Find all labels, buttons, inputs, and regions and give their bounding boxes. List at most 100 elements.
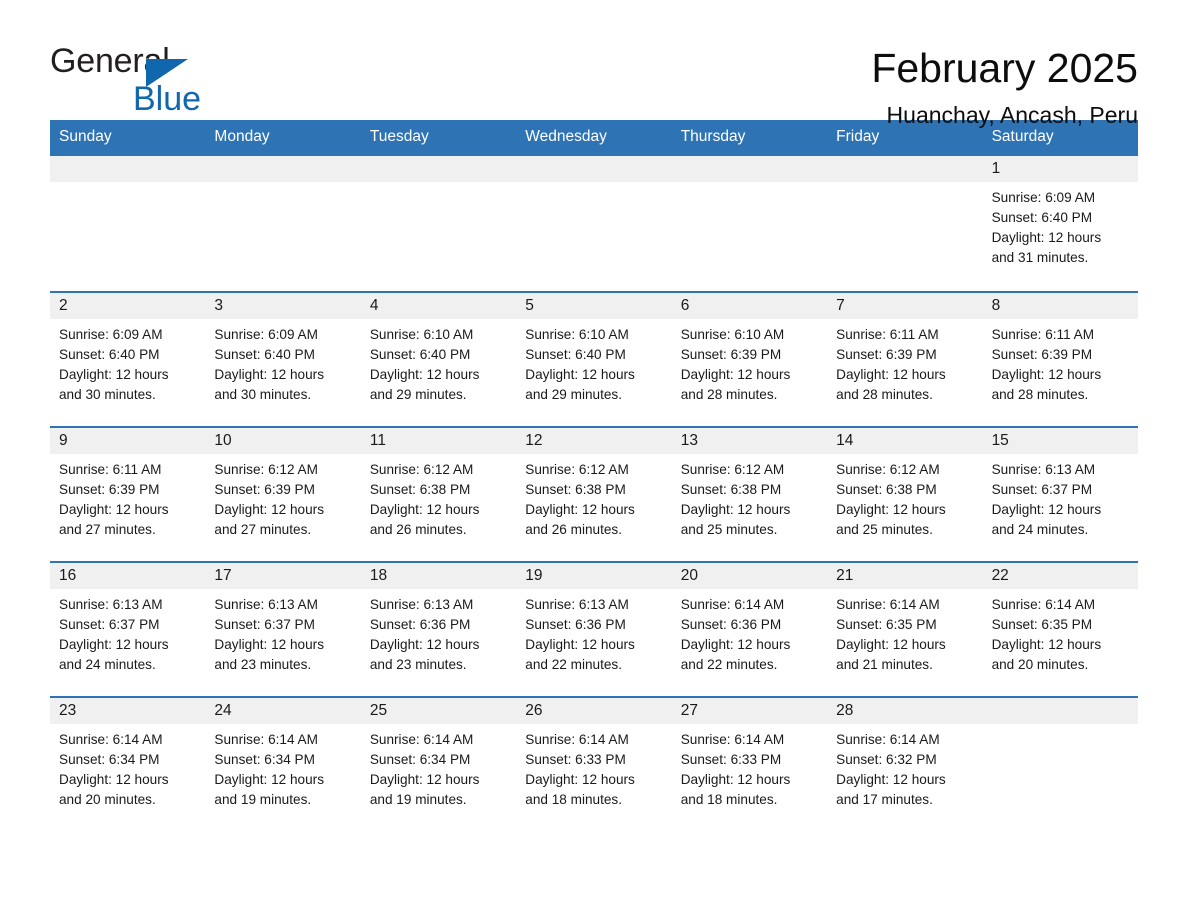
day-cell[interactable]: 28 Sunrise: 6:14 AM Sunset: 6:32 PM Dayli… (827, 697, 983, 831)
day-number: 25 (360, 697, 517, 724)
day-cell[interactable]: 17 Sunrise: 6:13 AM Sunset: 6:37 PM Dayli… (205, 562, 361, 696)
day-cell[interactable]: 3 Sunrise: 6:09 AM Sunset: 6:40 PM Daylig… (205, 292, 361, 426)
day-details: Sunrise: 6:09 AM Sunset: 6:40 PM Dayligh… (214, 326, 324, 403)
day-details: Sunrise: 6:12 AM Sunset: 6:39 PM Dayligh… (214, 461, 324, 538)
day-details: Sunrise: 6:14 AM Sunset: 6:33 PM Dayligh… (525, 731, 635, 808)
day-cell[interactable]: 6 Sunrise: 6:10 AM Sunset: 6:39 PM Daylig… (671, 292, 828, 426)
day-cell[interactable] (671, 155, 828, 291)
day-cell[interactable]: 24 Sunrise: 6:14 AM Sunset: 6:34 PM Dayli… (205, 697, 361, 831)
day-cell[interactable]: 19 Sunrise: 6:13 AM Sunset: 6:36 PM Dayli… (516, 562, 672, 696)
day-number (827, 155, 983, 182)
day-number (671, 155, 828, 182)
day-number: 28 (827, 697, 983, 724)
day-cell[interactable]: 21 Sunrise: 6:14 AM Sunset: 6:35 PM Dayli… (827, 562, 983, 696)
day-number: 11 (360, 427, 517, 454)
day-cell[interactable]: 23 Sunrise: 6:14 AM Sunset: 6:34 PM Dayli… (50, 697, 206, 831)
day-number (50, 155, 206, 182)
logo-text-blue: Blue (133, 80, 202, 118)
day-details: Sunrise: 6:13 AM Sunset: 6:36 PM Dayligh… (525, 596, 635, 673)
day-details: Sunrise: 6:12 AM Sunset: 6:38 PM Dayligh… (680, 461, 791, 538)
day-number: 5 (516, 292, 672, 319)
day-number: 3 (205, 292, 361, 319)
day-cell[interactable]: 27 Sunrise: 6:14 AM Sunset: 6:33 PM Dayli… (671, 697, 828, 831)
day-details: Sunrise: 6:12 AM Sunset: 6:38 PM Dayligh… (836, 461, 946, 538)
day-cell[interactable]: 2 Sunrise: 6:09 AM Sunset: 6:40 PM Daylig… (50, 292, 206, 426)
page-title: February 2025 (871, 45, 1138, 91)
day-details: Sunrise: 6:09 AM Sunset: 6:40 PM Dayligh… (59, 326, 169, 403)
day-cell[interactable]: 12 Sunrise: 6:12 AM Sunset: 6:38 PM Dayli… (516, 427, 672, 561)
day-number (516, 155, 672, 182)
weekday-sunday: Sunday (59, 128, 112, 145)
day-details: Sunrise: 6:13 AM Sunset: 6:37 PM Dayligh… (59, 596, 169, 673)
generalblue-logo[interactable]: General Blue (50, 44, 250, 120)
day-cell[interactable]: 14 Sunrise: 6:12 AM Sunset: 6:38 PM Dayli… (827, 427, 983, 561)
day-cell[interactable]: 10 Sunrise: 6:12 AM Sunset: 6:39 PM Dayli… (205, 427, 361, 561)
day-number (982, 697, 1138, 724)
day-details: Sunrise: 6:14 AM Sunset: 6:35 PM Dayligh… (991, 596, 1102, 673)
day-number: 15 (982, 427, 1138, 454)
day-number: 27 (671, 697, 828, 724)
day-details: Sunrise: 6:14 AM Sunset: 6:35 PM Dayligh… (836, 596, 946, 673)
day-number: 9 (50, 427, 206, 454)
page-header: General Blue February 2025 Huanchay, Anc… (50, 0, 1138, 128)
day-number: 14 (827, 427, 983, 454)
day-cell[interactable] (516, 155, 672, 291)
week-row: 16 Sunrise: 6:13 AM Sunset: 6:37 PM Dayli… (50, 560, 1138, 696)
day-details: Sunrise: 6:09 AM Sunset: 6:40 PM Dayligh… (991, 189, 1102, 266)
day-cell[interactable] (827, 155, 983, 291)
day-number: 18 (360, 562, 517, 589)
day-number: 12 (516, 427, 672, 454)
week-row: 9 Sunrise: 6:11 AM Sunset: 6:39 PM Daylig… (50, 425, 1138, 561)
week-row: 1 Sunrise: 6:09 AM Sunset: 6:40 PM Daylig… (50, 155, 1138, 291)
day-details: Sunrise: 6:14 AM Sunset: 6:34 PM Dayligh… (214, 731, 324, 808)
day-number: 17 (205, 562, 361, 589)
day-cell[interactable]: 1 Sunrise: 6:09 AM Sunset: 6:40 PM Daylig… (982, 155, 1138, 291)
day-cell[interactable]: 20 Sunrise: 6:14 AM Sunset: 6:36 PM Dayli… (671, 562, 828, 696)
day-details: Sunrise: 6:13 AM Sunset: 6:37 PM Dayligh… (991, 461, 1102, 538)
weekday-tuesday: Tuesday (369, 128, 429, 145)
day-cell[interactable] (205, 155, 361, 291)
day-number (205, 155, 361, 182)
day-details: Sunrise: 6:10 AM Sunset: 6:40 PM Dayligh… (369, 326, 480, 403)
day-cell[interactable]: 15 Sunrise: 6:13 AM Sunset: 6:37 PM Dayli… (982, 427, 1138, 561)
weekday-header-row: Sunday Monday Tuesday Wednesday Thursday… (50, 120, 1138, 156)
weekday-thursday: Thursday (680, 128, 746, 145)
calendar-grid: Sunday Monday Tuesday Wednesday Thursday… (50, 120, 1138, 831)
day-details: Sunrise: 6:11 AM Sunset: 6:39 PM Dayligh… (59, 461, 169, 538)
day-details: Sunrise: 6:13 AM Sunset: 6:36 PM Dayligh… (369, 596, 480, 673)
day-details: Sunrise: 6:12 AM Sunset: 6:38 PM Dayligh… (525, 461, 635, 538)
day-number: 4 (360, 292, 517, 319)
day-cell[interactable]: 18 Sunrise: 6:13 AM Sunset: 6:36 PM Dayli… (360, 562, 517, 696)
day-number: 7 (827, 292, 983, 319)
day-cell[interactable]: 8 Sunrise: 6:11 AM Sunset: 6:39 PM Daylig… (982, 292, 1138, 426)
day-number: 24 (205, 697, 361, 724)
weekday-friday: Friday (836, 128, 880, 145)
week-row: 23 Sunrise: 6:14 AM Sunset: 6:34 PM Dayli… (50, 695, 1138, 831)
day-details: Sunrise: 6:14 AM Sunset: 6:36 PM Dayligh… (680, 596, 791, 673)
day-details: Sunrise: 6:11 AM Sunset: 6:39 PM Dayligh… (991, 326, 1102, 403)
day-cell[interactable] (360, 155, 517, 291)
day-cell[interactable]: 25 Sunrise: 6:14 AM Sunset: 6:34 PM Dayli… (360, 697, 517, 831)
day-number: 22 (982, 562, 1138, 589)
day-cell[interactable]: 13 Sunrise: 6:12 AM Sunset: 6:38 PM Dayli… (671, 427, 828, 561)
day-cell[interactable]: 7 Sunrise: 6:11 AM Sunset: 6:39 PM Daylig… (827, 292, 983, 426)
day-cell[interactable]: 16 Sunrise: 6:13 AM Sunset: 6:37 PM Dayli… (50, 562, 206, 696)
day-cell[interactable] (982, 697, 1138, 831)
day-number: 26 (516, 697, 672, 724)
weekday-wednesday: Wednesday (525, 128, 607, 145)
day-number: 19 (516, 562, 672, 589)
day-cell[interactable] (50, 155, 206, 291)
day-details: Sunrise: 6:10 AM Sunset: 6:39 PM Dayligh… (680, 326, 791, 403)
day-number: 13 (671, 427, 828, 454)
day-details: Sunrise: 6:14 AM Sunset: 6:32 PM Dayligh… (836, 731, 946, 808)
day-cell[interactable]: 22 Sunrise: 6:14 AM Sunset: 6:35 PM Dayli… (982, 562, 1138, 696)
day-cell[interactable]: 26 Sunrise: 6:14 AM Sunset: 6:33 PM Dayli… (516, 697, 672, 831)
calendar-page: General Blue February 2025 Huanchay, Anc… (0, 0, 1188, 918)
day-cell[interactable]: 11 Sunrise: 6:12 AM Sunset: 6:38 PM Dayli… (360, 427, 517, 561)
day-cell[interactable]: 5 Sunrise: 6:10 AM Sunset: 6:40 PM Daylig… (516, 292, 672, 426)
weekday-saturday: Saturday (991, 128, 1054, 145)
day-number: 1 (982, 155, 1138, 182)
day-cell[interactable]: 9 Sunrise: 6:11 AM Sunset: 6:39 PM Daylig… (50, 427, 206, 561)
day-cell[interactable]: 4 Sunrise: 6:10 AM Sunset: 6:40 PM Daylig… (360, 292, 517, 426)
weekday-monday: Monday (214, 128, 270, 145)
